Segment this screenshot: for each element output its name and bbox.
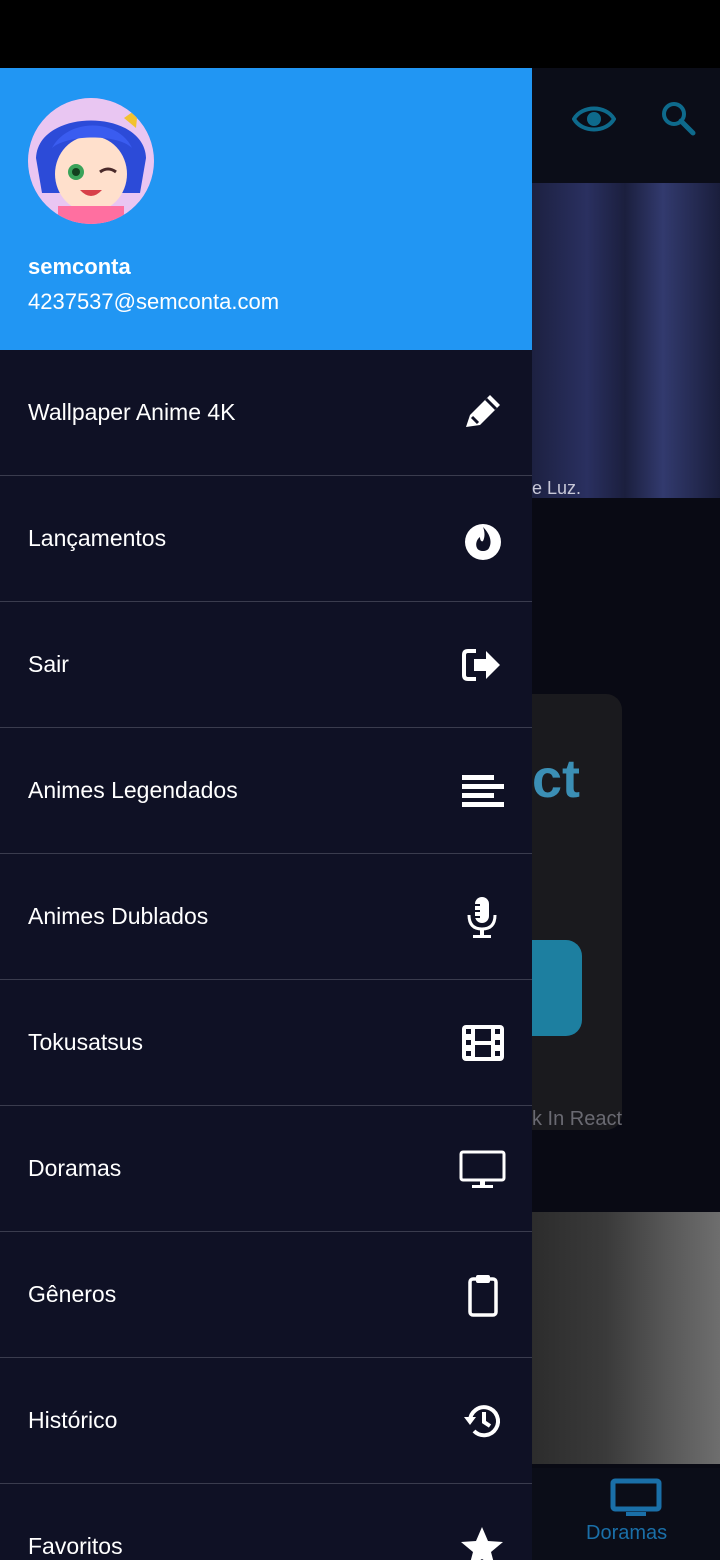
- drawer-menu: Wallpaper Anime 4K Lançamentos Sair Anim…: [0, 350, 532, 1560]
- navigation-drawer: semconta 4237537@semconta.com Wallpaper …: [0, 68, 532, 1560]
- menu-item-label: Doramas: [28, 1155, 122, 1181]
- menu-item-label: Lançamentos: [28, 525, 167, 551]
- promo-card-caption: k In React: [532, 1108, 623, 1130]
- menu-item-label: Gêneros: [28, 1281, 117, 1307]
- menu-item-label: Tokusatsus: [28, 1029, 144, 1055]
- menu-item-sair[interactable]: Sair: [0, 602, 532, 728]
- user-email: 4237537@semconta.com: [28, 289, 280, 314]
- avatar[interactable]: [28, 98, 154, 224]
- sign-out-icon: [458, 643, 506, 687]
- menu-item-animes-legendados[interactable]: Animes Legendados: [0, 728, 532, 854]
- menu-item-label: Favoritos: [28, 1533, 123, 1559]
- promo-card-text: ct: [532, 749, 581, 809]
- microphone-icon: [458, 895, 506, 939]
- bottom-nav: Doramas: [530, 1468, 720, 1560]
- menu-item-label: Histórico: [28, 1407, 118, 1433]
- thumbnail: [530, 183, 720, 498]
- thumbnail-caption: e Luz.: [532, 478, 582, 498]
- menu-item-label: Sair: [28, 651, 69, 677]
- menu-item-lancamentos[interactable]: Lançamentos: [0, 476, 532, 602]
- thumbnail: [530, 1212, 720, 1464]
- menu-item-animes-dublados[interactable]: Animes Dublados: [0, 854, 532, 980]
- menu-item-label: Wallpaper Anime 4K: [28, 399, 236, 425]
- menu-item-historico[interactable]: Histórico: [0, 1358, 532, 1484]
- promo-card-button: [530, 940, 582, 1036]
- history-icon: [458, 1399, 506, 1443]
- clipboard-icon: [458, 1273, 506, 1317]
- menu-item-label: Animes Dublados: [28, 903, 209, 929]
- fire-icon: [458, 517, 506, 561]
- film-icon: [458, 1021, 506, 1065]
- align-left-icon: [458, 769, 506, 813]
- status-bar: [0, 0, 720, 68]
- menu-item-generos[interactable]: Gêneros: [0, 1232, 532, 1358]
- drawer-header: semconta 4237537@semconta.com: [0, 68, 532, 350]
- menu-item-tokusatsus[interactable]: Tokusatsus: [0, 980, 532, 1106]
- tv-icon: [458, 1147, 506, 1191]
- tv-icon: [610, 1478, 662, 1516]
- avatar-image: [28, 98, 154, 224]
- menu-item-favoritos[interactable]: Favoritos: [0, 1484, 532, 1560]
- eye-icon: [572, 106, 616, 132]
- menu-item-wallpaper-anime-4k[interactable]: Wallpaper Anime 4K: [0, 350, 532, 476]
- pencil-icon: [458, 391, 506, 435]
- menu-item-doramas[interactable]: Doramas: [0, 1106, 532, 1232]
- user-name: semconta: [28, 254, 131, 279]
- search-icon: [662, 102, 696, 136]
- menu-item-label: Animes Legendados: [28, 777, 238, 803]
- star-icon: [458, 1525, 506, 1560]
- bottom-nav-label: Doramas: [586, 1522, 668, 1544]
